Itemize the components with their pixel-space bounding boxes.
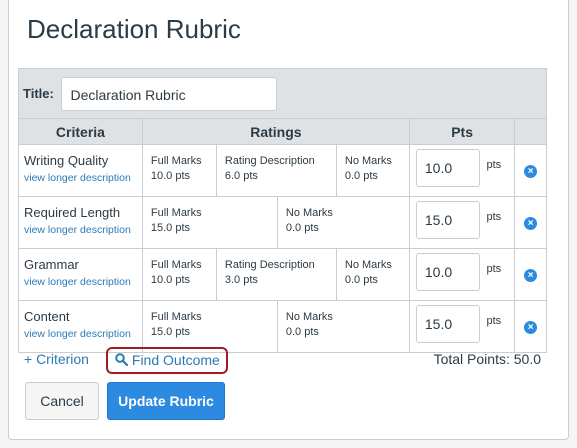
rating[interactable]: Full Marks 10.0 pts: [143, 249, 217, 300]
points-unit: pts: [486, 263, 502, 275]
delete-criterion-icon[interactable]: ×: [524, 165, 538, 178]
rating-pts: 0.0 pts: [344, 274, 378, 286]
delete-criterion-icon[interactable]: ×: [524, 321, 538, 334]
points-unit: pts: [486, 315, 502, 327]
rating-pts: 10.0 pts: [150, 170, 191, 182]
rating-pts: 15.0 pts: [150, 222, 191, 234]
dialog-title: Declaration Rubric: [27, 14, 241, 44]
rating-title: No Marks: [285, 207, 333, 219]
delete-cell: ×: [514, 248, 547, 301]
header-criteria: Criteria: [18, 118, 143, 145]
points-input[interactable]: 10.0: [415, 253, 480, 291]
criterion-cell: Required Length view longer description: [18, 196, 143, 249]
title-label: Title:: [23, 86, 54, 101]
rating-pts: 10.0 pts: [150, 274, 191, 286]
header-actions: [514, 118, 547, 145]
points-cell: 15.0 pts: [408, 196, 516, 249]
ratings-cell: Full Marks 10.0 pts Rating Description 6…: [141, 144, 410, 197]
view-description-link[interactable]: view longer description: [24, 276, 137, 288]
rating[interactable]: Full Marks 10.0 pts: [143, 145, 217, 196]
points-input[interactable]: 10.0: [415, 149, 480, 187]
rating-pts: 15.0 pts: [150, 326, 191, 338]
view-description-link[interactable]: view longer description: [24, 328, 137, 340]
rating-title: Full Marks: [150, 311, 202, 323]
delete-cell: ×: [514, 144, 547, 197]
rating[interactable]: No Marks 0.0 pts: [337, 249, 409, 300]
points-cell: 10.0 pts: [408, 144, 516, 197]
criterion-name: Writing Quality: [24, 153, 109, 168]
header-ratings: Ratings: [141, 118, 410, 145]
points-input[interactable]: 15.0: [415, 201, 480, 239]
total-points: Total Points: 50.0: [433, 351, 541, 367]
ratings-cell: Full Marks 10.0 pts Rating Description 3…: [141, 248, 410, 301]
rating-title: No Marks: [285, 311, 333, 323]
points-unit: pts: [486, 159, 502, 171]
rating-title: Rating Description: [224, 259, 315, 271]
criterion-cell: Grammar view longer description: [18, 248, 143, 301]
criterion-row: Grammar view longer description Full Mar…: [18, 248, 547, 301]
add-criterion-button[interactable]: + Criterion: [24, 351, 89, 367]
rating-title: Rating Description: [224, 155, 315, 167]
criterion-name: Content: [24, 309, 70, 324]
points-input[interactable]: 15.0: [415, 305, 480, 343]
delete-criterion-icon[interactable]: ×: [524, 217, 538, 230]
rating-title: Full Marks: [150, 155, 202, 167]
find-outcome-label: Find Outcome: [131, 352, 220, 368]
points-cell: 10.0 pts: [408, 248, 516, 301]
view-description-link[interactable]: view longer description: [24, 224, 137, 236]
criterion-row: Required Length view longer description …: [18, 196, 547, 249]
delete-criterion-icon[interactable]: ×: [524, 269, 538, 282]
cancel-button[interactable]: Cancel: [25, 382, 99, 420]
rating-pts: 0.0 pts: [344, 170, 378, 182]
rating-pts: 6.0 pts: [224, 170, 258, 182]
rubric-footer: + Criterion Find Outcome Total Points: 5…: [18, 345, 547, 374]
criterion-row: Writing Quality view longer description …: [18, 144, 547, 197]
rating-pts: 0.0 pts: [285, 326, 319, 338]
title-input[interactable]: Declaration Rubric: [61, 76, 278, 111]
rubric-table: Title: Declaration Rubric Criteria Ratin…: [18, 68, 547, 353]
search-icon: [115, 353, 129, 367]
rating-title: Full Marks: [150, 207, 202, 219]
rating[interactable]: Rating Description 6.0 pts: [217, 145, 337, 196]
criterion-name: Grammar: [24, 257, 79, 272]
rating[interactable]: No Marks 0.0 pts: [278, 197, 409, 248]
ratings-cell: Full Marks 15.0 pts No Marks 0.0 pts: [141, 196, 410, 249]
view-description-link[interactable]: view longer description: [24, 172, 137, 184]
find-outcome-button[interactable]: Find Outcome: [106, 347, 228, 374]
rating-pts: 3.0 pts: [224, 274, 258, 286]
rating[interactable]: Full Marks 15.0 pts: [143, 197, 278, 248]
update-rubric-button[interactable]: Update Rubric: [107, 382, 225, 420]
rating-title: Full Marks: [150, 259, 202, 271]
criterion-cell: Writing Quality view longer description: [18, 144, 143, 197]
rating[interactable]: No Marks 0.0 pts: [337, 145, 409, 196]
rating[interactable]: Rating Description 3.0 pts: [217, 249, 337, 300]
rating-pts: 0.0 pts: [285, 222, 319, 234]
delete-cell: ×: [514, 196, 547, 249]
rating-title: No Marks: [344, 155, 392, 167]
points-unit: pts: [486, 211, 502, 223]
header-pts: Pts: [408, 118, 516, 145]
rating-title: No Marks: [344, 259, 392, 271]
title-row: Title: Declaration Rubric: [18, 68, 547, 119]
criterion-name: Required Length: [24, 205, 121, 220]
